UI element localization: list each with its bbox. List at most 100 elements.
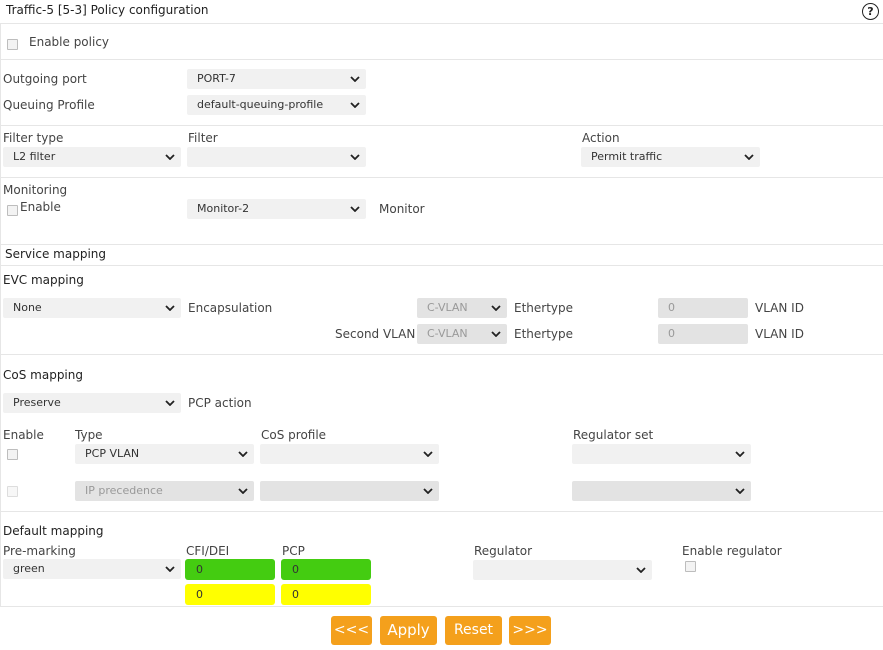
chevron-down-icon (636, 567, 646, 573)
monitor-label: Monitor (379, 202, 425, 216)
default-mapping-title: Default mapping (3, 524, 104, 538)
chevron-down-icon (735, 451, 745, 457)
queuing-profile-value: default-queuing-profile (197, 98, 324, 111)
second-encapsulation-value: C-VLAN (427, 327, 468, 340)
filter-type-label: Filter type (3, 131, 64, 145)
encapsulation-select[interactable]: C-VLAN (417, 298, 507, 318)
cos-type-select[interactable]: IP precedence (75, 481, 254, 501)
filter-label: Filter (188, 131, 218, 145)
chevron-down-icon (165, 154, 175, 160)
chevron-down-icon (238, 488, 248, 494)
second-vlan-id-label: VLAN ID (755, 327, 804, 341)
chevron-down-icon (238, 451, 248, 457)
divider (0, 265, 883, 266)
enable-policy-checkbox[interactable] (7, 39, 18, 50)
filter-type-select[interactable]: L2 filter (3, 147, 181, 167)
chevron-down-icon (491, 305, 501, 311)
chevron-down-icon (350, 206, 360, 212)
page-title: Traffic-5 [5-3] Policy configuration (6, 3, 209, 17)
chevron-down-icon (744, 154, 754, 160)
chevron-down-icon (735, 488, 745, 494)
enable-regulator-label: Enable regulator (682, 544, 782, 558)
chevron-down-icon (491, 331, 501, 337)
cos-type-header: Type (75, 428, 103, 442)
chevron-down-icon (350, 102, 360, 108)
green-pcp-input[interactable]: 0 (281, 559, 371, 580)
action-select[interactable]: Permit traffic (581, 147, 760, 167)
vlan-id-label: VLAN ID (755, 301, 804, 315)
chevron-down-icon (350, 76, 360, 82)
regulator-set-select[interactable] (572, 444, 751, 464)
divider (0, 511, 883, 512)
chevron-down-icon (423, 451, 433, 457)
pcp-action-select[interactable]: Preserve (3, 393, 181, 413)
second-ethertype-label: Ethertype (514, 327, 574, 341)
yellow-cfi-input[interactable]: 0 (185, 584, 275, 605)
divider (0, 59, 883, 60)
second-encapsulation-select[interactable]: C-VLAN (417, 324, 507, 344)
divider (0, 125, 883, 126)
reset-button[interactable]: Reset (445, 616, 502, 645)
second-vlan-label: Second VLAN (335, 327, 416, 341)
service-mapping-title: Service mapping (5, 247, 106, 261)
pcp-action-value: Preserve (13, 396, 61, 409)
help-icon[interactable]: ? (862, 3, 879, 20)
action-value: Permit traffic (591, 150, 663, 163)
pcp-action-label: PCP action (188, 396, 252, 410)
encapsulation-label: Encapsulation (188, 301, 273, 315)
monitoring-title: Monitoring (3, 183, 68, 197)
action-label: Action (582, 131, 620, 145)
divider (0, 244, 883, 245)
chevron-down-icon (350, 154, 360, 160)
cos-type-value: IP precedence (85, 484, 163, 497)
cfi-dei-label: CFI/DEI (186, 544, 230, 558)
monitor-value: Monitor-2 (197, 202, 250, 215)
filter-type-value: L2 filter (13, 150, 56, 163)
evc-mapping-select[interactable]: None (3, 298, 181, 318)
yellow-pcp-input[interactable]: 0 (281, 584, 371, 605)
outgoing-port-value: PORT-7 (197, 72, 236, 85)
previous-button[interactable]: <<< (331, 616, 372, 645)
cos-profile-select[interactable] (260, 481, 439, 501)
encapsulation-value: C-VLAN (427, 301, 468, 314)
cos-row-enable-checkbox[interactable] (7, 486, 18, 497)
outgoing-port-label: Outgoing port (3, 72, 87, 86)
cos-enable-header: Enable (3, 428, 44, 442)
queuing-profile-select[interactable]: default-queuing-profile (187, 95, 366, 115)
ethertype-label: Ethertype (514, 301, 574, 315)
evc-mapping-title: EVC mapping (3, 273, 84, 287)
divider (0, 606, 883, 607)
next-button[interactable]: >>> (509, 616, 551, 645)
chevron-down-icon (165, 566, 175, 572)
enable-regulator-checkbox[interactable] (685, 561, 696, 572)
monitoring-enable-label: Enable (20, 200, 61, 214)
regulator-set-select[interactable] (572, 481, 751, 501)
monitoring-enable-checkbox[interactable] (7, 205, 18, 216)
second-vlan-id-input[interactable]: 0 (658, 324, 748, 344)
divider (0, 23, 883, 24)
apply-button[interactable]: Apply (380, 616, 437, 645)
chevron-down-icon (165, 305, 175, 311)
filter-select[interactable] (187, 147, 366, 167)
pcp-label: PCP (282, 544, 305, 558)
divider (0, 23, 1, 607)
cos-type-select[interactable]: PCP VLAN (75, 444, 254, 464)
cos-profile-select[interactable] (260, 444, 439, 464)
divider (0, 354, 883, 355)
regulator-set-header: Regulator set (573, 428, 654, 442)
green-cfi-input[interactable]: 0 (185, 559, 275, 580)
premarking-select[interactable]: green (3, 559, 181, 579)
regulator-label: Regulator (474, 544, 533, 558)
cos-row-enable-checkbox[interactable] (7, 449, 18, 460)
chevron-down-icon (423, 488, 433, 494)
outgoing-port-select[interactable]: PORT-7 (187, 69, 366, 89)
regulator-select[interactable] (473, 560, 652, 580)
vlan-id-input[interactable]: 0 (658, 298, 748, 318)
monitor-select[interactable]: Monitor-2 (187, 199, 366, 219)
enable-policy-label: Enable policy (29, 35, 110, 49)
queuing-profile-label: Queuing Profile (3, 98, 95, 112)
cos-mapping-title: CoS mapping (3, 368, 83, 382)
premarking-label: Pre-marking (3, 544, 76, 558)
cos-type-value: PCP VLAN (85, 447, 140, 460)
cos-profile-header: CoS profile (261, 428, 327, 442)
